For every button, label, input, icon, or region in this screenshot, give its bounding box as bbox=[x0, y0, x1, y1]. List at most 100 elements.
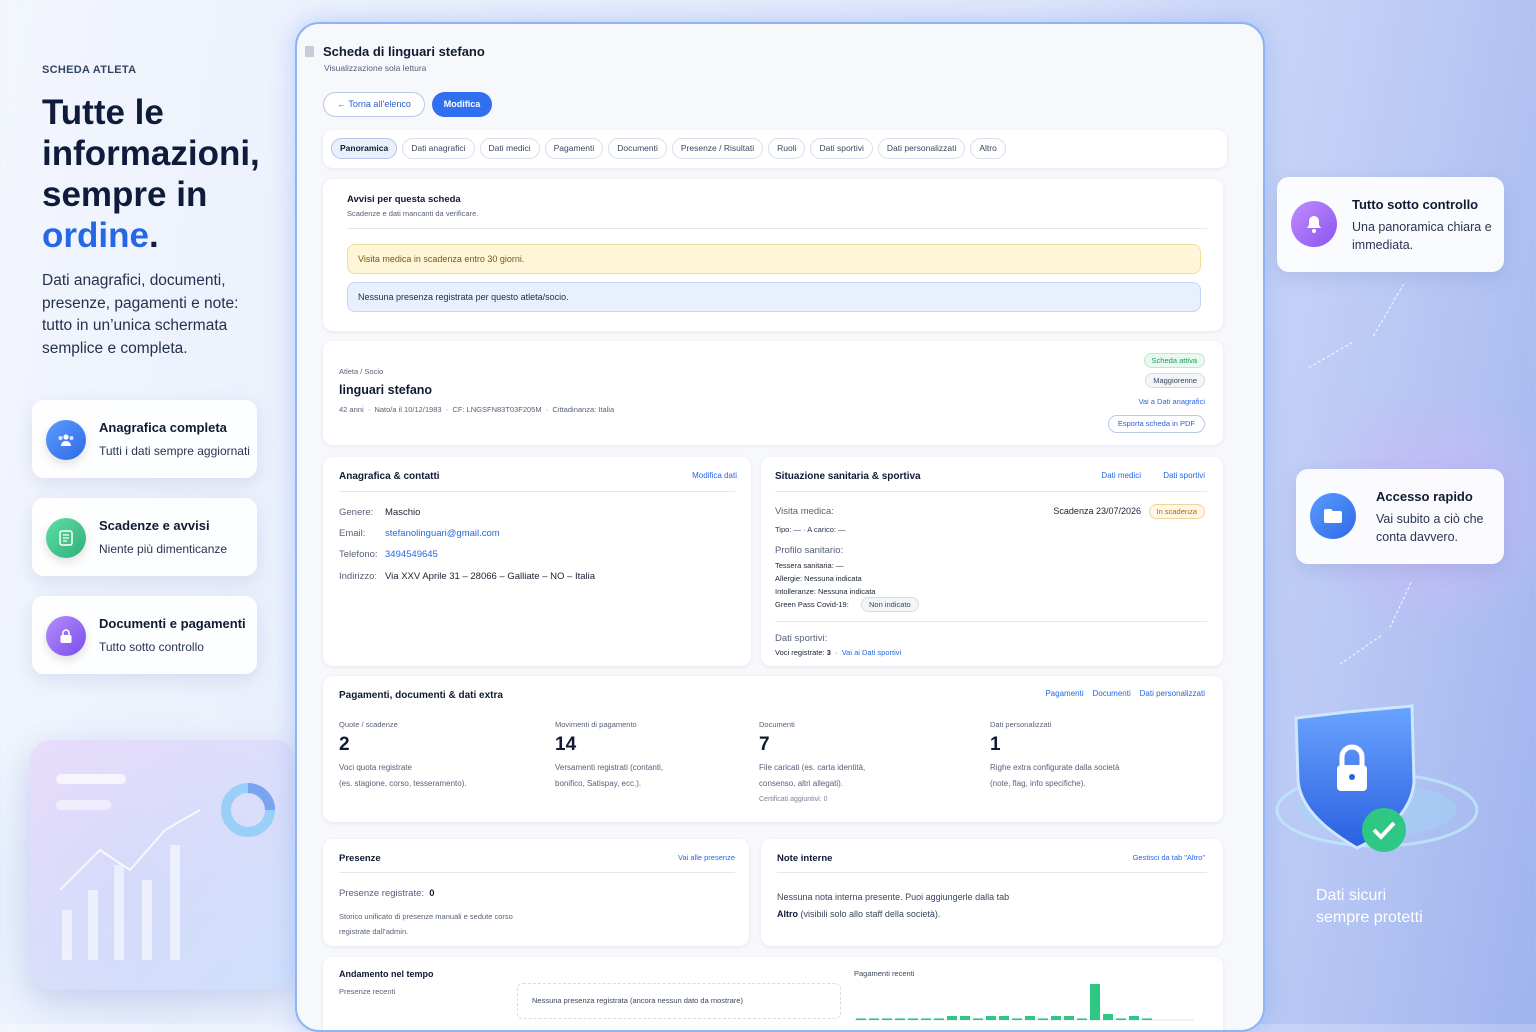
divider bbox=[775, 621, 1207, 622]
tab-ruoli[interactable]: Ruoli bbox=[768, 138, 806, 159]
phone-link[interactable]: 3494549645 bbox=[385, 549, 438, 560]
gender-label: Genere: bbox=[339, 507, 374, 518]
feature-subtitle: Niente più dimenticanze bbox=[99, 542, 228, 556]
stat-desc: Versamenti registrati (contanti, bbox=[555, 763, 664, 772]
manage-notes-link[interactable]: Gestisci da tab "Altro" bbox=[1133, 853, 1205, 862]
greenpass-label: Green Pass Covid-19: bbox=[775, 600, 849, 609]
stat-desc: (note, flag, info specifiche). bbox=[990, 779, 1086, 788]
payment-bar bbox=[1038, 1018, 1048, 1020]
export-pdf-button[interactable]: Esporta scheda in PDF bbox=[1107, 415, 1205, 433]
payments-chart-title: Pagamenti recenti bbox=[854, 969, 915, 978]
floating-card-quick-access: Accesso rapido Vai subito a ciò che cont… bbox=[1296, 469, 1504, 564]
allergies-line: Allergie: Nessuna indicata bbox=[775, 574, 862, 583]
payments-documents-card: Pagamenti, documenti & dati extra Pagame… bbox=[323, 676, 1223, 822]
link-personal-data[interactable]: Vai a Dati anagrafici bbox=[1138, 397, 1205, 406]
greenpass-badge: Non indicato bbox=[861, 597, 919, 612]
sport-data-link[interactable]: Dati sportivi bbox=[1163, 471, 1205, 480]
tab-panoramica[interactable]: Panoramica bbox=[331, 138, 398, 159]
users-icon bbox=[46, 420, 86, 460]
feature-title: Scadenze e avvisi bbox=[99, 518, 210, 533]
email-link[interactable]: stefanolinguari@gmail.com bbox=[385, 528, 500, 539]
stat-value: 14 bbox=[555, 734, 577, 755]
tab-dati-personalizzati[interactable]: Dati personalizzati bbox=[877, 138, 966, 159]
notes-text: Nessuna nota interna presente. Puoi aggi… bbox=[777, 889, 1009, 923]
stat-desc: Voci quota registrate bbox=[339, 763, 412, 772]
tab-documenti[interactable]: Documenti bbox=[608, 138, 667, 159]
stat-fees: Quote / scadenze 2 Voci quota registrate… bbox=[339, 720, 539, 792]
extra-links: Pagamenti Documenti Dati personalizzati bbox=[1045, 689, 1205, 698]
feature-card-documenti: Documenti e pagamenti Tutto sotto contro… bbox=[32, 596, 257, 674]
stat-desc: Righe extra configurate dalla società bbox=[990, 763, 1120, 772]
attendance-count-line: Presenze registrate: 0 bbox=[339, 888, 435, 899]
documents-link[interactable]: Documenti bbox=[1092, 689, 1130, 698]
hero-lead: Dati anagrafici, documenti, presenze, pa… bbox=[42, 272, 239, 357]
notes-line: Nessuna nota interna presente. Puoi aggi… bbox=[777, 892, 1010, 902]
decorative-chart-illustration bbox=[30, 740, 295, 990]
payment-bar bbox=[908, 1018, 918, 1020]
tab-dati-sportivi[interactable]: Dati sportivi bbox=[810, 138, 873, 159]
payment-bar bbox=[1090, 984, 1100, 1020]
tab-dati-anagrafici[interactable]: Dati anagrafici bbox=[402, 138, 475, 159]
lock-icon bbox=[46, 616, 86, 656]
tab-altro[interactable]: Altro bbox=[970, 138, 1006, 159]
stat-payments: Movimenti di pagamento 14 Versamenti reg… bbox=[555, 720, 755, 792]
feature-card-anagrafica: Anagrafica completa Tutti i dati sempre … bbox=[32, 400, 257, 478]
tab-presenze-risultati[interactable]: Presenze / Risultati bbox=[671, 138, 764, 159]
warning-alert: Visita medica in scadenza entro 30 giorn… bbox=[347, 244, 1201, 274]
checklist-icon bbox=[46, 518, 86, 558]
back-to-list-button[interactable]: ← Torna all’elenco bbox=[323, 92, 425, 117]
payments-link[interactable]: Pagamenti bbox=[1045, 689, 1083, 698]
phone-label: Telefono: bbox=[339, 549, 378, 560]
attendance-desc-line: Storico unificato di presenze manuali e … bbox=[339, 912, 513, 921]
intolerances-line: Intolleranze: Nessuna indicata bbox=[775, 587, 876, 596]
attendance-empty-state: Nessuna presenza registrata (ancora ness… bbox=[517, 983, 841, 1019]
feature-subtitle: Tutti i dati sempre aggiornati bbox=[99, 444, 250, 458]
shield-illustration bbox=[1262, 700, 1492, 870]
feature-title: Anagrafica completa bbox=[99, 420, 227, 435]
card-text: Vai subito a ciò che conta davvero. bbox=[1376, 512, 1484, 544]
decorative-dash bbox=[1339, 635, 1382, 665]
health-title: Situazione sanitaria & sportiva bbox=[775, 471, 921, 482]
attendance-count: 0 bbox=[429, 888, 435, 899]
decorative-dash bbox=[1373, 283, 1404, 337]
athlete-kind: Atleta / Socio bbox=[339, 367, 384, 376]
payment-bar bbox=[986, 1016, 996, 1020]
alerts-title: Avvisi per questa scheda bbox=[347, 194, 461, 205]
payment-bar bbox=[869, 1018, 879, 1020]
stat-label: Documenti bbox=[759, 720, 795, 729]
divider bbox=[339, 872, 735, 873]
stat-value: 1 bbox=[990, 734, 1001, 755]
payment-bar bbox=[960, 1016, 970, 1020]
visit-label: Visita medica: bbox=[775, 506, 834, 517]
secure-line: sempre protetti bbox=[1316, 909, 1423, 926]
feature-card-scadenze: Scadenze e avvisi Niente più dimenticanz… bbox=[32, 498, 257, 576]
floating-card-control: Tutto sotto controllo Una panoramica chi… bbox=[1277, 177, 1504, 272]
payment-bar bbox=[934, 1018, 944, 1020]
payment-bar bbox=[1012, 1018, 1022, 1020]
tab-pagamenti[interactable]: Pagamenti bbox=[544, 138, 604, 159]
go-to-sport-data-link[interactable]: Vai ai Dati sportivi bbox=[842, 648, 901, 657]
stat-extra: Certificati aggiuntivi: 0 bbox=[759, 796, 828, 803]
go-to-attendance-link[interactable]: Vai alle presenze bbox=[678, 853, 735, 862]
status-badge-active: Scheda attiva bbox=[1143, 353, 1205, 368]
medical-data-link[interactable]: Dati medici bbox=[1101, 471, 1141, 480]
card-title: Accesso rapido bbox=[1376, 489, 1473, 504]
tab-dati-medici[interactable]: Dati medici bbox=[479, 138, 540, 159]
sport-count-label: Voci registrate: bbox=[775, 648, 825, 657]
stat-documents: Documenti 7 File caricati (es. carta ide… bbox=[759, 720, 969, 808]
visit-expiry: Scadenza 23/07/2026 bbox=[1053, 506, 1141, 516]
divider bbox=[777, 872, 1207, 873]
hero-dot: . bbox=[148, 216, 159, 255]
gender-value: Maschio bbox=[385, 507, 421, 518]
hero-line: sempre in bbox=[42, 175, 208, 214]
edit-button[interactable]: Modifica bbox=[432, 92, 492, 117]
payment-bar bbox=[1064, 1016, 1074, 1020]
payment-bar bbox=[1103, 1014, 1113, 1020]
edit-data-link[interactable]: Modifica dati bbox=[692, 471, 737, 480]
payment-bar bbox=[1051, 1016, 1061, 1020]
payment-bar bbox=[1116, 1018, 1126, 1020]
health-profile-label: Profilo sanitario: bbox=[775, 545, 844, 556]
custom-data-link[interactable]: Dati personalizzati bbox=[1140, 689, 1205, 698]
divider bbox=[347, 228, 1207, 229]
payment-bar bbox=[856, 1018, 866, 1020]
